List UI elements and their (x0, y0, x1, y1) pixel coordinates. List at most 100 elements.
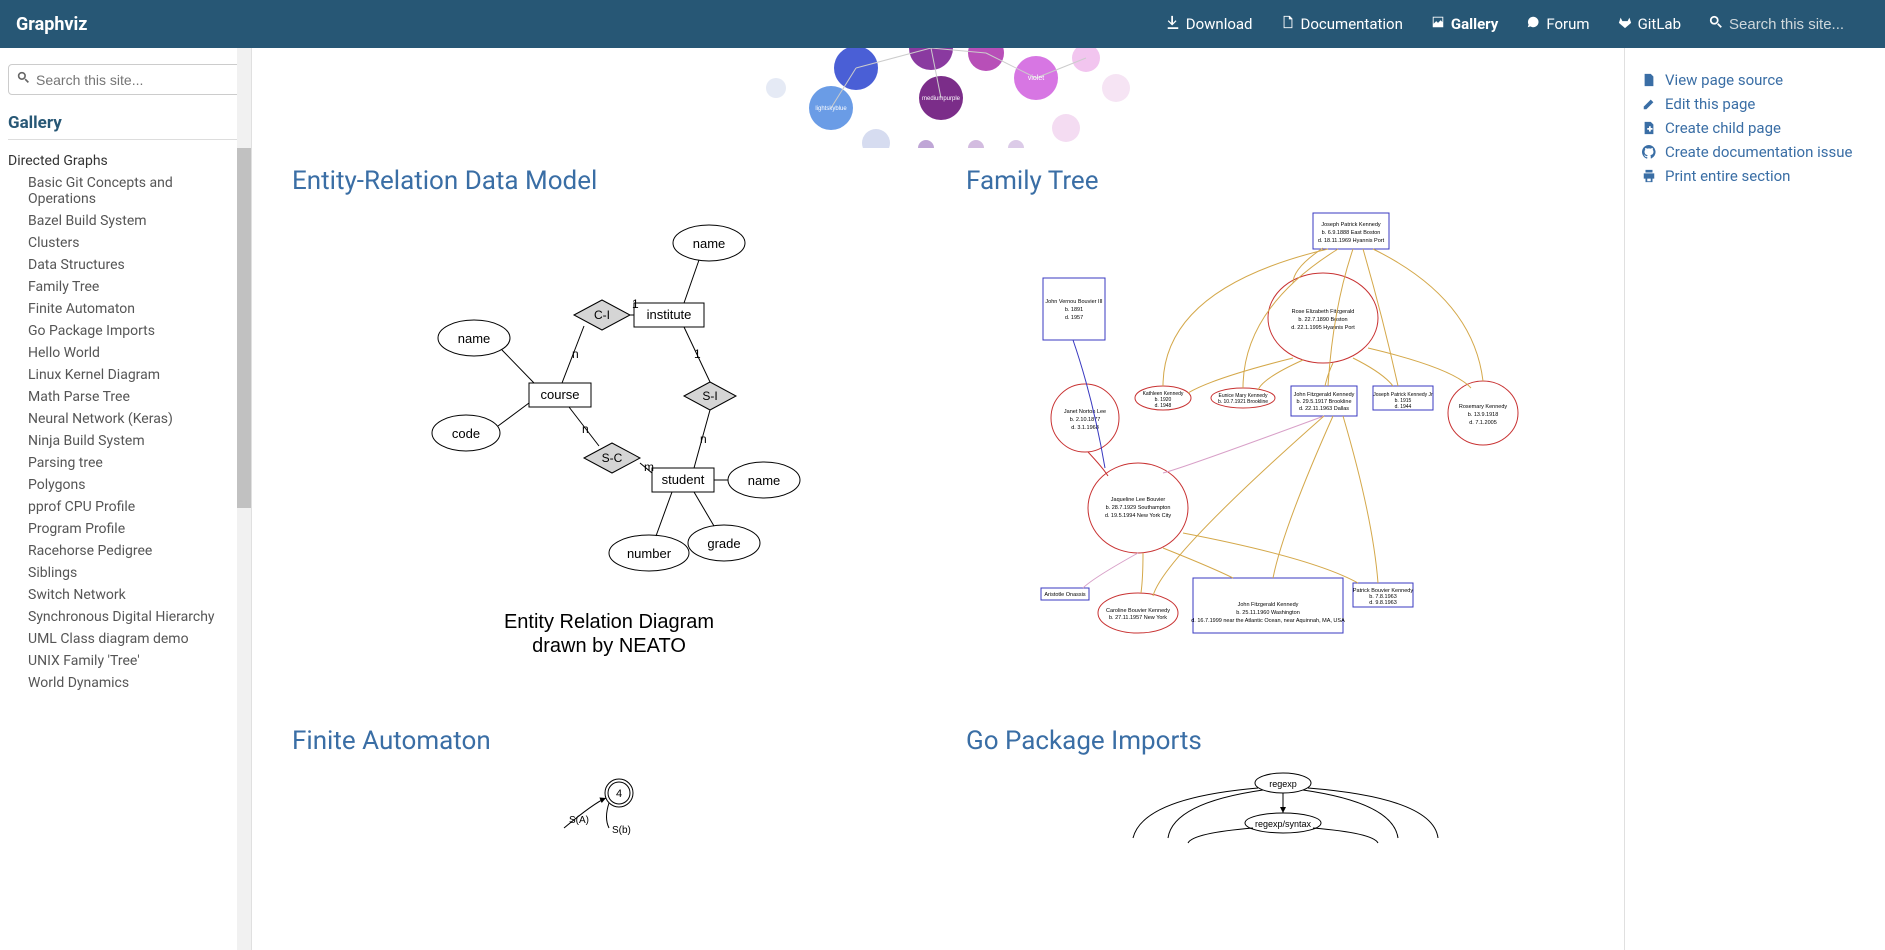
sidebar-item[interactable]: Synchronous Digital Hierarchy (28, 606, 243, 628)
sidebar-item[interactable]: Bazel Build System (28, 210, 243, 232)
sidebar-item[interactable]: Go Package Imports (28, 320, 243, 342)
svg-text:institute: institute (647, 307, 692, 322)
card-gopkg-title[interactable]: Go Package Imports (966, 726, 1202, 756)
action-print-label[interactable]: Print entire section (1665, 167, 1790, 185)
sidebar-item-link[interactable]: Polygons (28, 477, 85, 493)
scrollbar-thumb[interactable] (237, 148, 251, 508)
svg-text:b. 29.5.1917 Brookline: b. 29.5.1917 Brookline (1296, 399, 1351, 405)
sidebar-item[interactable]: Parsing tree (28, 452, 243, 474)
action-print[interactable]: Print entire section (1641, 164, 1869, 188)
action-edit[interactable]: Edit this page (1641, 92, 1869, 116)
sidebar-item[interactable]: Racehorse Pedigree (28, 540, 243, 562)
action-create-child[interactable]: Create child page (1641, 116, 1869, 140)
svg-text:Janet Norton Lee: Janet Norton Lee (1064, 409, 1106, 415)
sidebar-item-link[interactable]: Siblings (28, 565, 77, 581)
sidebar-item[interactable]: Linux Kernel Diagram (28, 364, 243, 386)
sidebar-search-input[interactable] (36, 72, 234, 88)
action-view-source-label[interactable]: View page source (1665, 71, 1783, 89)
sidebar-item-link[interactable]: Family Tree (28, 279, 99, 295)
sidebar-item-link[interactable]: Go Package Imports (28, 323, 155, 339)
action-edit-label[interactable]: Edit this page (1665, 95, 1755, 113)
sidebar-item-link[interactable]: UNIX Family 'Tree' (28, 653, 140, 669)
right-panel: View page source Edit this page Create c… (1625, 48, 1885, 950)
search-icon (1709, 15, 1723, 33)
nav-forum-label: Forum (1546, 15, 1589, 33)
sidebar-item-link[interactable]: UML Class diagram demo (28, 631, 189, 647)
sidebar-section-title[interactable]: Gallery (8, 109, 243, 140)
sidebar-item-link[interactable]: Synchronous Digital Hierarchy (28, 609, 215, 625)
nav-forum[interactable]: Forum (1526, 15, 1589, 33)
sidebar-item-link[interactable]: Program Profile (28, 521, 125, 537)
svg-text:number: number (627, 546, 672, 561)
top-search[interactable] (1709, 15, 1869, 33)
sidebar-item-link[interactable]: Linux Kernel Diagram (28, 367, 160, 383)
sidebar-item[interactable]: World Dynamics (28, 672, 243, 694)
sidebar-item[interactable]: UNIX Family 'Tree' (28, 650, 243, 672)
sidebar-item[interactable]: Siblings (28, 562, 243, 584)
family-figure[interactable]: Joseph Patrick Kennedy b. 6.9.1888 East … (966, 208, 1600, 658)
action-create-doc[interactable]: Create documentation issue (1641, 140, 1869, 164)
svg-text:Aristotle Onassis: Aristotle Onassis (1044, 592, 1086, 598)
sidebar-item[interactable]: Switch Network (28, 584, 243, 606)
sidebar-item-link[interactable]: Bazel Build System (28, 213, 147, 229)
print-icon (1641, 169, 1657, 183)
card-finite-title[interactable]: Finite Automaton (292, 726, 491, 756)
sidebar-category[interactable]: Directed Graphs (8, 150, 243, 172)
sidebar-item-link[interactable]: Hello World (28, 345, 100, 361)
sidebar-item[interactable]: Neural Network (Keras) (28, 408, 243, 430)
card-family-title[interactable]: Family Tree (966, 166, 1098, 196)
gopkg-figure[interactable]: regexp regexp/syntax (966, 768, 1600, 848)
sidebar-item-link[interactable]: pprof CPU Profile (28, 499, 135, 515)
sidebar-item[interactable]: Finite Automaton (28, 298, 243, 320)
action-create-doc-label[interactable]: Create documentation issue (1665, 143, 1852, 161)
sidebar-item-link[interactable]: Math Parse Tree (28, 389, 130, 405)
finite-figure[interactable]: 4 S(A) S(b) (292, 768, 926, 848)
svg-text:Rose Elizabeth Fitzgerald: Rose Elizabeth Fitzgerald (1292, 309, 1355, 315)
svg-text:d. 7.1.2005: d. 7.1.2005 (1469, 420, 1497, 426)
svg-text:m: m (644, 460, 654, 474)
svg-text:Joseph Patrick Kennedy: Joseph Patrick Kennedy (1321, 222, 1381, 228)
sidebar-item-link[interactable]: Racehorse Pedigree (28, 543, 152, 559)
brand[interactable]: Graphviz (16, 14, 87, 35)
sidebar-item-link[interactable]: Basic Git Concepts and Operations (28, 175, 173, 207)
action-create-child-label[interactable]: Create child page (1665, 119, 1781, 137)
sidebar-item-link[interactable]: World Dynamics (28, 675, 129, 691)
svg-text:code: code (452, 426, 480, 441)
sidebar-item[interactable]: Basic Git Concepts and Operations (28, 172, 243, 210)
sidebar-item[interactable]: Math Parse Tree (28, 386, 243, 408)
sidebar-item[interactable]: Polygons (28, 474, 243, 496)
sidebar-item-link[interactable]: Finite Automaton (28, 301, 135, 317)
svg-text:student: student (662, 472, 705, 487)
sidebar-item[interactable]: Program Profile (28, 518, 243, 540)
sidebar-item[interactable]: Hello World (28, 342, 243, 364)
sidebar-item-link[interactable]: Neural Network (Keras) (28, 411, 173, 427)
svg-text:1: 1 (632, 297, 639, 311)
svg-text:S(A): S(A) (569, 815, 589, 826)
nav-gitlab[interactable]: GitLab (1618, 15, 1681, 33)
nav-documentation[interactable]: Documentation (1281, 15, 1403, 33)
sidebar-item-link[interactable]: Clusters (28, 235, 79, 251)
nav-gallery[interactable]: Gallery (1431, 15, 1498, 33)
svg-text:b. 28.7.1929 Southampton: b. 28.7.1929 Southampton (1106, 505, 1171, 511)
nav-download[interactable]: Download (1166, 15, 1253, 33)
sidebar-item-link[interactable]: Switch Network (28, 587, 126, 603)
edit-icon (1641, 97, 1657, 111)
sidebar-item[interactable]: Ninja Build System (28, 430, 243, 452)
top-search-input[interactable] (1729, 16, 1869, 33)
sidebar-item[interactable]: pprof CPU Profile (28, 496, 243, 518)
svg-text:d. 18.11.1969 Hyannis Port: d. 18.11.1969 Hyannis Port (1318, 238, 1385, 244)
sidebar-item[interactable]: Family Tree (28, 276, 243, 298)
sidebar-search[interactable] (8, 64, 243, 95)
sidebar-item[interactable]: Data Structures (28, 254, 243, 276)
sidebar-item-link[interactable]: Data Structures (28, 257, 125, 273)
svg-text:d. 19.5.1994 New York City: d. 19.5.1994 New York City (1105, 513, 1172, 519)
action-view-source[interactable]: View page source (1641, 68, 1869, 92)
sidebar-item[interactable]: Clusters (28, 232, 243, 254)
er-figure[interactable]: institute name C-I 1 course (292, 208, 926, 708)
svg-text:regexp/syntax: regexp/syntax (1255, 819, 1312, 829)
sidebar-item[interactable]: UML Class diagram demo (28, 628, 243, 650)
svg-text:d. 22.11.1963 Dallas: d. 22.11.1963 Dallas (1299, 406, 1349, 412)
sidebar-item-link[interactable]: Parsing tree (28, 455, 103, 471)
sidebar-item-link[interactable]: Ninja Build System (28, 433, 145, 449)
card-er-title[interactable]: Entity-Relation Data Model (292, 166, 597, 196)
